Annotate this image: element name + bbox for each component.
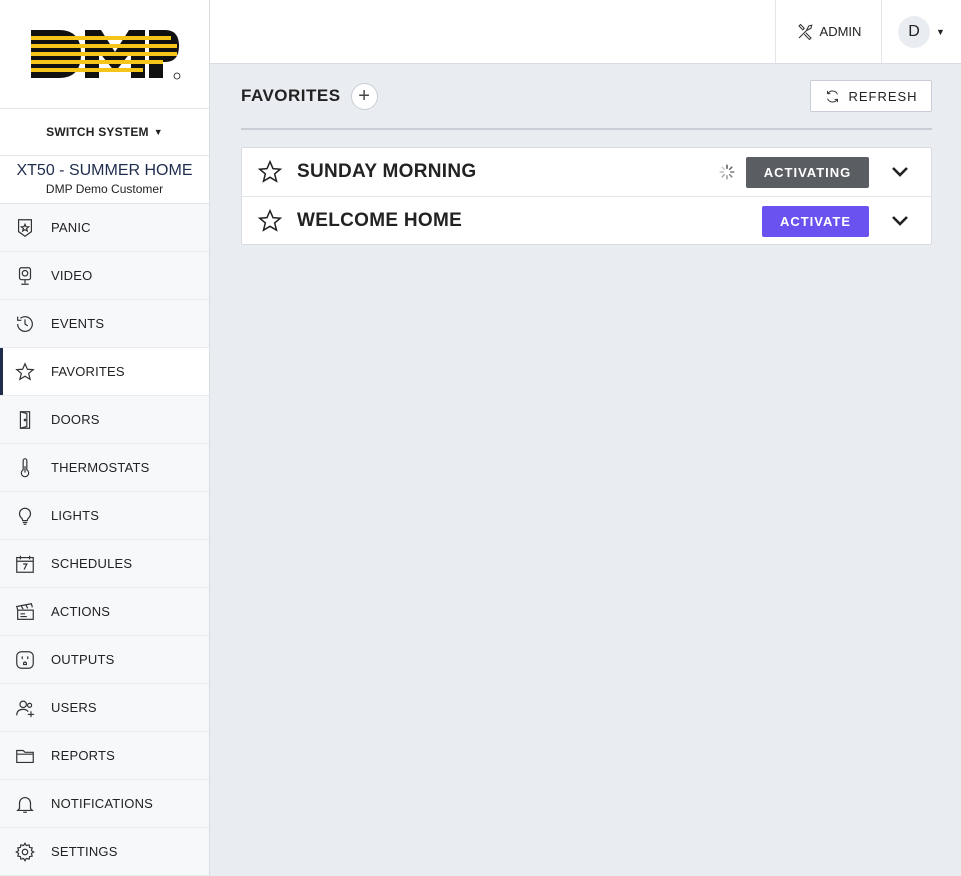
page-header: FAVORITES + REFRESH [241,80,932,112]
avatar: D [898,15,931,48]
customer-name: DMP Demo Customer [45,182,164,196]
folder-icon [0,745,51,767]
refresh-button[interactable]: REFRESH [810,80,932,112]
system-info: XT50 - SUMMER HOME DMP Demo Customer [0,156,209,204]
admin-label: ADMIN [819,24,862,39]
star-icon [0,361,51,383]
sidebar-item-panic[interactable]: PANIC [0,204,209,252]
sidebar-item-favorites[interactable]: FAVORITES [0,348,209,396]
activate-button[interactable]: ACTIVATE [762,205,869,237]
sidebar-item-label: FAVORITES [51,364,125,379]
main-content: FAVORITES + REFRESH SUNDAY MORNING ACTIV… [241,80,932,245]
admin-button[interactable]: ADMIN [775,0,881,63]
refresh-label: REFRESH [848,88,918,104]
gear-icon [0,841,51,863]
refresh-icon [827,90,839,102]
favorite-actions: ACTIVATING [718,148,931,196]
add-favorite-button[interactable]: + [350,82,378,110]
top-bar: ADMIN D ▼ [210,0,961,64]
user-menu[interactable]: D ▼ [881,0,961,63]
sidebar-item-label: SCHEDULES [51,556,133,571]
sidebar: SWITCH SYSTEM ▼ XT50 - SUMMER HOME DMP D… [0,0,210,876]
plus-icon: + [358,85,370,107]
sidebar-item-label: THERMOSTATS [51,460,150,475]
favorite-name: SUNDAY MORNING [297,161,477,182]
tools-icon [797,23,813,40]
favorite-row: SUNDAY MORNING ACTIVATING [242,148,931,196]
star-icon[interactable] [242,159,297,185]
thermometer-icon [0,457,51,479]
logo-area [0,0,209,109]
sidebar-item-notifications[interactable]: NOTIFICATIONS [0,780,209,828]
caret-down-icon: ▼ [936,26,945,37]
activating-button[interactable]: ACTIVATING [746,156,869,188]
sidebar-item-label: LIGHTS [51,508,100,523]
favorite-name: WELCOME HOME [297,209,463,231]
sidebar-item-label: REPORTS [51,748,116,763]
sidebar-item-label: ACTIONS [51,604,111,619]
sidebar-item-label: OUTPUTS [51,652,115,667]
sidebar-nav: PANIC VIDEO EVENTS FAVORITES DOORS THERM… [0,204,209,876]
calendar-icon [0,553,51,575]
page-title: FAVORITES [241,86,341,105]
sidebar-item-label: PANIC [51,220,91,235]
camera-icon [0,265,51,287]
sidebar-item-reports[interactable]: REPORTS [0,732,209,780]
sidebar-item-doors[interactable]: DOORS [0,396,209,444]
sidebar-item-events[interactable]: EVENTS [0,300,209,348]
switch-system-label: SWITCH SYSTEM [46,125,149,139]
sidebar-item-label: VIDEO [51,268,93,283]
sidebar-item-settings[interactable]: SETTINGS [0,828,209,876]
sidebar-item-users[interactable]: USERS [0,684,209,732]
favorite-actions: ACTIVATE [762,197,931,245]
sidebar-item-label: EVENTS [51,316,105,331]
sidebar-item-video[interactable]: VIDEO [0,252,209,300]
sidebar-item-label: SETTINGS [51,844,118,859]
favorites-list: SUNDAY MORNING ACTIVATING WELCOME HOME A… [241,147,932,245]
switch-system-button[interactable]: SWITCH SYSTEM ▼ [0,109,209,156]
chevron-down-icon[interactable] [869,215,931,227]
system-name: XT50 - SUMMER HOME [16,162,193,179]
sidebar-item-label: DOORS [51,412,100,427]
caret-down-icon: ▼ [153,127,163,137]
sidebar-item-schedules[interactable]: SCHEDULES [0,540,209,588]
outlet-icon [0,649,51,671]
star-icon[interactable] [242,208,297,234]
clapperboard-icon [0,601,51,623]
loading-spinner-icon [719,164,735,180]
users-icon [0,697,51,719]
sidebar-item-label: NOTIFICATIONS [51,796,154,811]
sidebar-item-actions[interactable]: ACTIONS [0,588,209,636]
door-icon [0,409,51,431]
sidebar-item-label: USERS [51,700,97,715]
sidebar-item-outputs[interactable]: OUTPUTS [0,636,209,684]
sidebar-item-lights[interactable]: LIGHTS [0,492,209,540]
sidebar-item-thermostats[interactable]: THERMOSTATS [0,444,209,492]
dmp-logo[interactable] [29,26,181,82]
panic-badge-icon [0,217,51,239]
lightbulb-icon [0,505,51,527]
header-divider [241,128,932,130]
history-icon [0,313,51,335]
favorite-row: WELCOME HOME ACTIVATE [242,196,931,244]
chevron-down-icon[interactable] [869,166,931,178]
bell-icon [0,793,51,815]
